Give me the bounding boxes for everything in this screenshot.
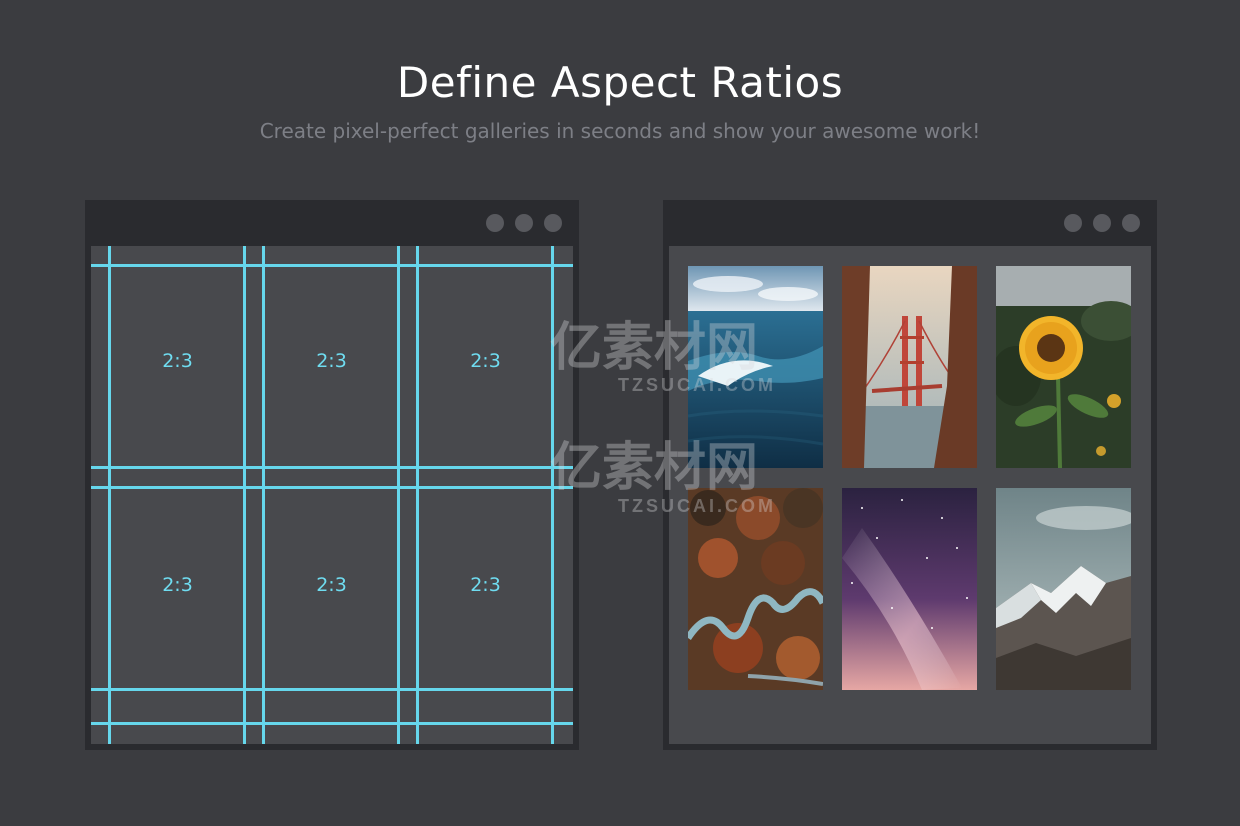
grid-window: 2:3 2:3 2:3 2:3 2:3 2:3: [85, 200, 579, 750]
window-control-dot[interactable]: [515, 214, 533, 232]
guide-line-horizontal[interactable]: [91, 722, 573, 725]
guide-line-vertical[interactable]: [397, 246, 400, 744]
guide-line-vertical[interactable]: [551, 246, 554, 744]
grid-cell-ratio-label: 2:3: [316, 350, 347, 372]
winding-river-forest-photo[interactable]: [688, 488, 823, 690]
guide-line-horizontal[interactable]: [91, 466, 573, 469]
guide-line-horizontal[interactable]: [91, 486, 573, 489]
golden-gate-bridge-photo[interactable]: [842, 266, 977, 468]
guide-line-vertical[interactable]: [108, 246, 111, 744]
grid-cell-ratio-label: 2:3: [470, 350, 501, 372]
page-subtitle: Create pixel-perfect galleries in second…: [259, 119, 981, 143]
window-control-dot[interactable]: [486, 214, 504, 232]
guide-line-horizontal[interactable]: [91, 688, 573, 691]
window-titlebar: [85, 200, 579, 246]
window-control-dot[interactable]: [1093, 214, 1111, 232]
guide-line-horizontal[interactable]: [91, 264, 573, 267]
window-titlebar: [663, 200, 1157, 246]
guide-line-vertical[interactable]: [243, 246, 246, 744]
snowy-mountain-photo[interactable]: [996, 488, 1131, 690]
guide-line-vertical[interactable]: [416, 246, 419, 744]
grid-cell-ratio-label: 2:3: [162, 574, 193, 596]
ocean-wave-photo[interactable]: [688, 266, 823, 468]
window-control-dot[interactable]: [1064, 214, 1082, 232]
grid-canvas: 2:3 2:3 2:3 2:3 2:3 2:3: [91, 246, 573, 744]
milky-way-night-sky-photo[interactable]: [842, 488, 977, 690]
page-title: Define Aspect Ratios: [396, 58, 844, 107]
grid-cell-ratio-label: 2:3: [316, 574, 347, 596]
gallery-window: [663, 200, 1157, 750]
guide-line-vertical[interactable]: [262, 246, 265, 744]
gallery-canvas: [669, 246, 1151, 744]
window-control-dot[interactable]: [544, 214, 562, 232]
window-control-dot[interactable]: [1122, 214, 1140, 232]
grid-cell-ratio-label: 2:3: [470, 574, 501, 596]
sunflower-photo[interactable]: [996, 266, 1131, 468]
grid-cell-ratio-label: 2:3: [162, 350, 193, 372]
